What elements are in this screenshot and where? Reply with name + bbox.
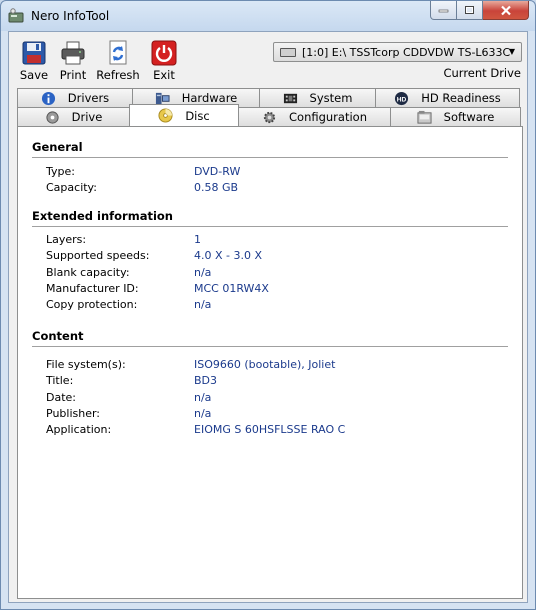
blank-capacity-label: Blank capacity:: [46, 266, 130, 279]
tab-drivers[interactable]: Drivers: [17, 88, 133, 107]
capacity-label: Capacity:: [46, 181, 97, 194]
save-label: Save: [19, 68, 49, 82]
manufacturer-id-label: Manufacturer ID:: [46, 282, 139, 295]
section-divider: [32, 157, 508, 158]
tab-system-label: System: [309, 91, 353, 105]
tab-row-bottom: Drive Disc Configuration Software: [17, 104, 521, 126]
toolbar: Save Print Refresh Exit [1:0] E:\ TSSTco…: [9, 32, 527, 88]
exit-label: Exit: [153, 68, 175, 82]
dropdown-arrow-icon[interactable]: ▼: [509, 47, 515, 56]
configuration-gear-icon: [263, 111, 276, 123]
publisher-label: Publisher:: [46, 407, 101, 420]
type-value: DVD-RW: [194, 165, 241, 178]
disc-title-value: BD3: [194, 374, 218, 387]
current-drive-caption: Current Drive: [443, 66, 521, 80]
maximize-button[interactable]: [457, 1, 483, 20]
window-title: Nero InfoTool: [31, 9, 110, 23]
drive-select-value: [1:0] E:\ TSSTcorp CDDVDW TS-L633C: [302, 45, 511, 59]
optical-drive-icon: [280, 47, 296, 57]
title-bar[interactable]: Nero InfoTool: [1, 1, 535, 31]
date-value: n/a: [194, 391, 212, 404]
print-label: Print: [59, 68, 87, 82]
save-button[interactable]: Save: [19, 40, 49, 84]
tab-drive[interactable]: Drive: [17, 107, 130, 126]
refresh-icon: [109, 40, 127, 65]
publisher-value: n/a: [194, 407, 212, 420]
disc-icon: [158, 108, 173, 123]
file-systems-label: File system(s):: [46, 358, 126, 371]
minimize-icon: [438, 9, 449, 13]
file-systems-value: ISO9660 (bootable), Joliet: [194, 358, 336, 371]
tab-configuration-label: Configuration: [289, 110, 367, 124]
section-title-content: Content: [32, 329, 84, 343]
svg-text:HD: HD: [397, 96, 407, 103]
minimize-button[interactable]: [430, 1, 457, 20]
app-window: Nero InfoTool Save Print Refresh Exit [1…: [0, 0, 536, 610]
print-button[interactable]: Print: [58, 40, 88, 84]
disc-title-label: Title:: [46, 374, 74, 387]
info-icon: [41, 91, 55, 105]
printer-icon: [61, 41, 85, 65]
tab-disc[interactable]: Disc: [129, 104, 239, 126]
supported-speeds-label: Supported speeds:: [46, 249, 150, 262]
tab-disc-label: Disc: [185, 108, 210, 123]
nero-app-icon: [8, 8, 24, 23]
copy-protection-label: Copy protection:: [46, 298, 138, 311]
system-icon: [283, 93, 297, 103]
date-label: Date:: [46, 391, 76, 404]
layers-value: 1: [194, 233, 201, 246]
capacity-value: 0.58 GB: [194, 181, 239, 194]
drive-select[interactable]: [1:0] E:\ TSSTcorp CDDVDW TS-L633C ▼: [273, 42, 522, 62]
close-icon: [500, 5, 511, 15]
layers-label: Layers:: [46, 233, 87, 246]
tab-software[interactable]: Software: [390, 107, 521, 126]
manufacturer-id-value: MCC 01RW4X: [194, 282, 269, 295]
application-value: EIOMG S 60HSFLSSE RAO C: [194, 423, 346, 436]
hd-readiness-icon: HD: [395, 91, 409, 105]
blank-capacity-value: n/a: [194, 266, 212, 279]
tab-system[interactable]: System: [259, 88, 376, 107]
tab-hardware-label: Hardware: [181, 91, 238, 105]
copy-protection-value: n/a: [194, 298, 212, 311]
tab-drive-label: Drive: [71, 110, 103, 124]
disc-info-panel: General Type: DVD-RW Capacity: 0.58 GB E…: [17, 126, 523, 599]
floppy-disk-icon: [22, 41, 46, 65]
section-divider: [32, 226, 508, 227]
caption-buttons: [430, 1, 529, 21]
power-exit-icon: [151, 40, 177, 66]
tab-hd-readiness[interactable]: HD HD Readiness: [375, 88, 520, 107]
supported-speeds-value: 4.0 X - 3.0 X: [194, 249, 263, 262]
maximize-icon: [465, 6, 474, 14]
section-title-extended: Extended information: [32, 209, 173, 223]
close-button[interactable]: [483, 1, 529, 20]
type-label: Type:: [46, 165, 75, 178]
refresh-label: Refresh: [96, 68, 140, 82]
tab-hd-readiness-label: HD Readiness: [421, 91, 501, 105]
drive-gear-icon: [46, 110, 59, 124]
application-label: Application:: [46, 423, 112, 436]
tab-configuration[interactable]: Configuration: [238, 107, 391, 126]
software-icon: [417, 110, 432, 124]
section-divider: [32, 346, 508, 347]
exit-button[interactable]: Exit: [149, 40, 179, 84]
tab-software-label: Software: [443, 110, 495, 124]
client-area: Save Print Refresh Exit [1:0] E:\ TSSTco…: [8, 31, 528, 603]
tab-row-top: Drivers Hardware System HD HD Readiness: [17, 88, 520, 107]
refresh-button[interactable]: Refresh: [96, 40, 140, 84]
section-title-general: General: [32, 140, 83, 154]
tab-drivers-label: Drivers: [67, 91, 110, 105]
